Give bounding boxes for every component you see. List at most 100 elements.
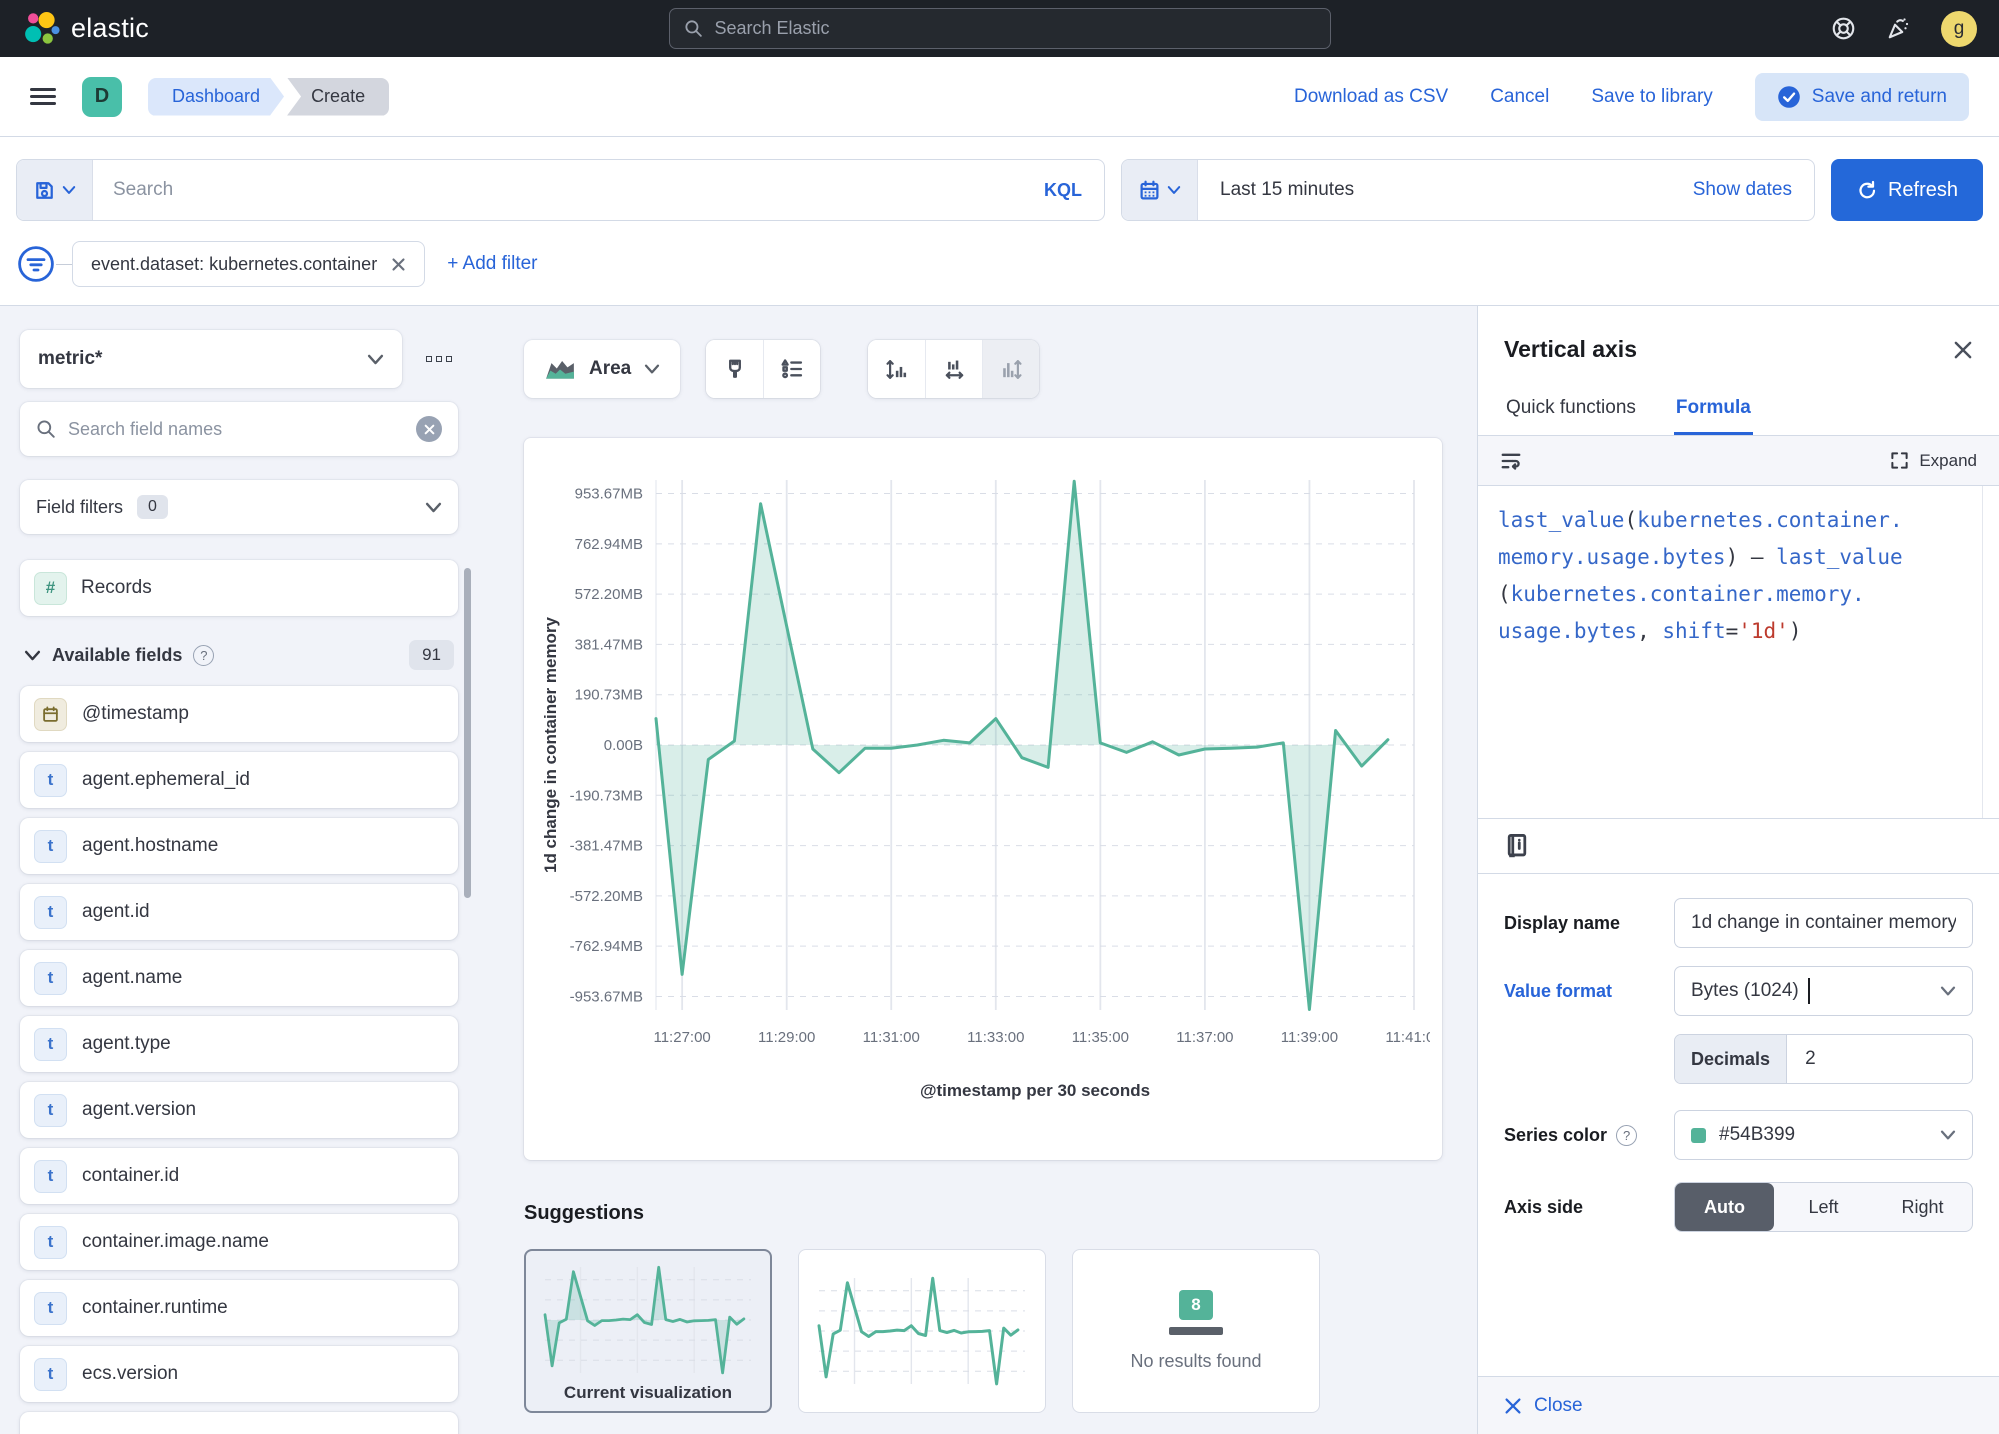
- index-pattern-select[interactable]: metric*: [20, 330, 402, 388]
- axis-side-right[interactable]: Right: [1873, 1183, 1972, 1231]
- word-wrap-icon[interactable]: [1500, 450, 1522, 472]
- svg-text:-953.67MB: -953.67MB: [570, 988, 643, 1005]
- query-input[interactable]: [93, 160, 1022, 220]
- formula-line: memory.usage.bytes) – last_value: [1498, 539, 1965, 576]
- legend-values-button[interactable]: [763, 340, 820, 398]
- field-name: agent.name: [82, 967, 182, 989]
- suggestion-current[interactable]: Current visualization: [524, 1249, 772, 1413]
- filter-pill[interactable]: event.dataset: kubernetes.container: [72, 241, 425, 287]
- formula-scrollbar[interactable]: [1982, 486, 1983, 818]
- svg-text:0.00B: 0.00B: [604, 737, 643, 754]
- nav-actions: Download as CSV Cancel Save to library S…: [1294, 73, 1969, 121]
- text-field-icon: t: [34, 896, 67, 929]
- text-field-icon: t: [34, 1094, 67, 1127]
- field-list: @timestamp tagent.ephemeral_id tagent.host…: [20, 686, 458, 1434]
- field-item-agent.ephemeral_id[interactable]: tagent.ephemeral_id: [20, 752, 458, 808]
- documentation-book-icon[interactable]: [1504, 833, 1530, 859]
- text-field-icon: t: [34, 962, 67, 995]
- dashboard-app-badge[interactable]: D: [82, 77, 122, 117]
- field-item-agent.name[interactable]: t agent.name: [20, 950, 458, 1006]
- whats-new-icon[interactable]: [1886, 16, 1911, 41]
- help-circle-icon[interactable]: ?: [193, 645, 214, 666]
- refresh-button[interactable]: Refresh: [1831, 159, 1983, 221]
- chart-type-select[interactable]: Area: [524, 340, 680, 398]
- field-item-ecs.version[interactable]: tecs.version: [20, 1346, 458, 1402]
- tab-formula[interactable]: Formula: [1674, 385, 1753, 435]
- add-filter-button[interactable]: + Add filter: [447, 253, 537, 275]
- lens-editor-app: elastic g D Dashboard Create Download as…: [0, 0, 1999, 1434]
- svg-text:11:35:00: 11:35:00: [1072, 1029, 1129, 1046]
- query-search-input[interactable]: [113, 179, 1002, 201]
- field-item-agent.type[interactable]: tagent.type: [20, 1016, 458, 1072]
- value-format-select[interactable]: Bytes (1024): [1674, 966, 1973, 1016]
- sidebar-scrollbar[interactable]: [464, 568, 471, 898]
- download-csv-link[interactable]: Download as CSV: [1294, 86, 1448, 108]
- left-axis-button[interactable]: [868, 340, 925, 398]
- cancel-link[interactable]: Cancel: [1490, 86, 1549, 108]
- axis-side-left[interactable]: Left: [1774, 1183, 1873, 1231]
- menu-icon[interactable]: [30, 88, 56, 105]
- area-chart[interactable]: 953.67MB762.94MB572.20MB381.47MB190.73MB…: [530, 450, 1436, 1150]
- decimals-field[interactable]: Decimals 2: [1674, 1034, 1973, 1084]
- visualization-workspace: Area: [524, 306, 1453, 1434]
- display-name-input[interactable]: [1691, 912, 1956, 934]
- help-icon[interactable]: [1831, 16, 1856, 41]
- field-item-container.image.name[interactable]: tcontainer.image.name: [20, 1214, 458, 1270]
- field-item-agent.version[interactable]: tagent.version: [20, 1082, 458, 1138]
- time-range-value[interactable]: Last 15 minutes: [1198, 160, 1671, 220]
- field-item-agent.id[interactable]: tagent.id: [20, 884, 458, 940]
- help-circle-icon[interactable]: ?: [1616, 1125, 1637, 1146]
- saved-query-menu[interactable]: [17, 160, 93, 220]
- global-search-input[interactable]: [715, 18, 1316, 39]
- svg-text:11:41:00: 11:41:00: [1385, 1029, 1430, 1046]
- decimals-value[interactable]: 2: [1787, 1035, 1972, 1083]
- svg-text:11:33:00: 11:33:00: [967, 1029, 1024, 1046]
- clear-search-icon[interactable]: [416, 416, 442, 442]
- expand-button[interactable]: Expand: [1890, 451, 1977, 471]
- user-avatar[interactable]: g: [1941, 11, 1977, 47]
- field-item-agent.hostname[interactable]: tagent.hostname: [20, 818, 458, 874]
- kql-badge[interactable]: KQL: [1022, 160, 1104, 220]
- svg-text:11:37:00: 11:37:00: [1176, 1029, 1233, 1046]
- available-fields-header[interactable]: Available fields ? 91: [20, 640, 458, 670]
- close-panel-button[interactable]: Close: [1478, 1376, 1999, 1434]
- show-dates-button[interactable]: Show dates: [1671, 160, 1814, 220]
- global-search[interactable]: [669, 8, 1331, 49]
- field-item-container.runtime[interactable]: tcontainer.runtime: [20, 1280, 458, 1336]
- data-panel-options-icon[interactable]: [420, 350, 458, 368]
- save-and-return-button[interactable]: Save and return: [1755, 73, 1969, 121]
- suggestion-line[interactable]: [798, 1249, 1046, 1413]
- value-format-label[interactable]: Value format: [1504, 981, 1674, 1002]
- date-quick-menu[interactable]: [1122, 160, 1198, 220]
- field-filters-accordion[interactable]: Field filters 0: [20, 480, 458, 534]
- field-name: container.runtime: [82, 1297, 228, 1319]
- chevron-down-icon: [62, 183, 76, 197]
- display-name-field[interactable]: [1674, 898, 1973, 948]
- field-item-@timestamp[interactable]: @timestamp: [20, 686, 458, 742]
- records-field-item[interactable]: # Records: [20, 560, 458, 616]
- field-search-input[interactable]: [68, 419, 404, 440]
- mini-line-chart: [814, 1270, 1030, 1392]
- breadcrumb-dashboard[interactable]: Dashboard: [148, 78, 284, 116]
- query-bar: KQL Last 15 minutes Show dates Refresh: [0, 137, 1999, 233]
- save-to-library-link[interactable]: Save to library: [1591, 86, 1712, 108]
- save-and-return-label: Save and return: [1812, 86, 1947, 108]
- field-item-container.id[interactable]: tcontainer.id: [20, 1148, 458, 1204]
- field-search[interactable]: [20, 402, 458, 456]
- svg-text:572.20MB: 572.20MB: [575, 586, 643, 603]
- close-icon[interactable]: [1953, 340, 1973, 360]
- series-color-select[interactable]: #54B399: [1674, 1110, 1973, 1160]
- bottom-axis-button[interactable]: [925, 340, 982, 398]
- formula-editor[interactable]: last_value(kubernetes.container.memory.u…: [1478, 486, 1999, 818]
- refresh-label: Refresh: [1888, 179, 1958, 202]
- dimension-panel: Vertical axis Quick functions Formula Ex…: [1477, 306, 1999, 1434]
- mini-area-chart: [540, 1259, 756, 1381]
- suggestion-no-results[interactable]: 8 No results found: [1072, 1249, 1320, 1413]
- text-field-icon: t: [34, 1028, 67, 1061]
- elastic-brand[interactable]: elastic: [22, 10, 149, 48]
- remove-filter-icon[interactable]: [391, 257, 406, 272]
- filter-icon[interactable]: [16, 244, 56, 284]
- axis-side-auto[interactable]: Auto: [1675, 1183, 1774, 1231]
- visual-options-button[interactable]: [706, 340, 763, 398]
- tab-quick-functions[interactable]: Quick functions: [1504, 385, 1638, 435]
